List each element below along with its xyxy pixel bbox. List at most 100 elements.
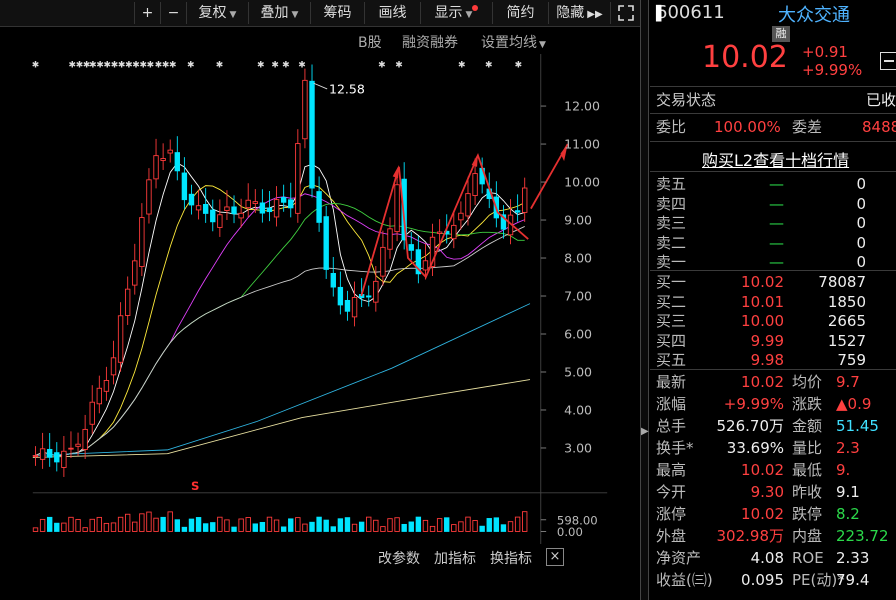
volume-bar [54,522,60,532]
collapse-arrow-icon[interactable]: ▶ [641,425,649,439]
ma-settings-label: 设置均线 [481,35,537,51]
candlestick [96,375,103,414]
candlestick [146,168,152,224]
candlestick [337,271,344,315]
candlestick [61,435,67,477]
volume-bar [238,518,244,532]
candle-body [259,202,266,214]
fuquan-dropdown[interactable]: 复权 ▼ [186,2,248,24]
l2-upgrade-link[interactable]: 购买L2查看十档行情 [702,147,849,171]
add-indicator-button[interactable]: 加指标 [434,548,476,568]
candle-body [210,209,216,223]
overlay-dropdown[interactable]: 叠加 ▼ [248,2,310,24]
event-star-icon: ✱ [187,60,195,70]
fuquan-label: 复权 [198,5,227,21]
stat-value: 302.98万 [716,527,785,545]
volume-bar [401,523,407,532]
hide-button[interactable]: 隐藏 ▶▶ [548,2,610,24]
stat-value: 9.7 [836,373,860,391]
stock-name[interactable]: 大众交通 [778,1,850,27]
candlestick [195,189,202,220]
candlestick-chart[interactable]: ✱ ✱ ✱ ✱✱ ✱ ✱ ✱ ✱ ✱ ✱ ✱ ✱ ✱ ✱ ✱ ✱ ✱ ✱ ✱ ✱ ✱ ✱ ✱ ✱ ✱ ✱ 12.58S 12.00… [0,54,640,544]
panel-divider[interactable]: ▶ [640,0,649,600]
ma-settings-dropdown[interactable]: 设置均线 ▼ [481,32,546,52]
candlestick [188,184,195,215]
close-icon[interactable]: × [546,548,564,566]
chip-button[interactable]: 筹码 [310,2,364,24]
draw-line-button[interactable]: 画线 [364,2,420,24]
candle-body [458,212,464,221]
stat-value: 8.2 [836,505,860,523]
volume-bar [316,516,322,532]
volume-bar [217,516,223,532]
arrowhead-icon [392,164,399,179]
stat-row: 涨停 10.02 跌停 8.2 [650,504,896,525]
double-chevron-right-icon: ▶▶ [587,9,603,20]
y-tick-label: 7.00 [564,288,592,303]
arrowhead-icon [471,153,478,167]
zoom-in-button[interactable]: + [134,2,160,24]
margin-trading-link[interactable]: 融资融券 [402,32,458,52]
candle-body [422,260,429,271]
candle-body [288,199,294,209]
book-label: 卖二 [656,233,687,252]
book-price: 9.98 [750,351,784,369]
volume-bar [139,513,145,532]
candle-body [323,216,329,270]
candle-body [266,207,273,213]
zoom-out-button[interactable]: − [160,2,186,24]
y-tick-label: 5.00 [564,364,592,379]
bid-row: 买五 9.98 759 [650,350,896,371]
volume-bar [479,525,485,532]
switch-indicator-button[interactable]: 换指标 [490,548,532,568]
candle-body [139,217,145,268]
candle-body [68,447,74,450]
volume-bar [309,521,315,532]
volume-bar [486,518,492,532]
candle-body [295,143,301,214]
y-tick-label: 6.00 [564,326,592,341]
volume-bar [39,518,46,532]
volume-bar [358,521,365,532]
candle-body [167,149,173,154]
candle-body [344,299,351,312]
stat-label: 均价 [792,373,823,391]
volume-bar [266,516,273,532]
candlestick [217,199,223,237]
candlestick [245,183,251,218]
change-params-button[interactable]: 改参数 [378,548,420,568]
volume-bar [444,517,450,532]
b-shares-link[interactable]: B股 [358,32,382,52]
book-label: 卖三 [656,214,687,232]
bid-row: 买二 10.01 1850 [650,292,896,313]
menu-icon[interactable]: ▌ [656,6,667,22]
candlestick [210,199,216,232]
stat-label: 涨跌 [792,395,823,413]
chart-subbar: B股 融资融券 设置均线 ▼ [0,32,566,52]
candle-body [522,187,528,213]
candle-body [46,448,53,458]
volume-bar [458,521,464,532]
candle-body [451,224,457,240]
volume-bar [422,519,429,532]
stat-row: 最高 10.02 最低 9. [650,460,896,481]
volume-bar [351,523,358,532]
event-star-icon: ✱ [515,60,523,70]
book-price: 10.01 [741,292,784,311]
stat-value: 33.69% [726,439,784,457]
event-star-icon: ✱ [282,60,290,70]
stat-value: 10.02 [741,505,784,523]
simple-mode-button[interactable]: 简约 [492,2,548,24]
candlestick [259,189,266,223]
minus-box-icon[interactable] [880,52,896,70]
candle-body [39,448,46,460]
candle-body [160,158,166,161]
volume-bar [110,522,117,532]
expand-icon[interactable] [610,2,640,24]
volume-bar [75,519,81,532]
stat-value: 223.72 [836,527,889,545]
price-change: +0.91 [802,43,848,61]
volume-bar [259,521,266,532]
volume-bar [373,519,379,532]
display-dropdown[interactable]: 显示 ▼ [420,2,492,24]
